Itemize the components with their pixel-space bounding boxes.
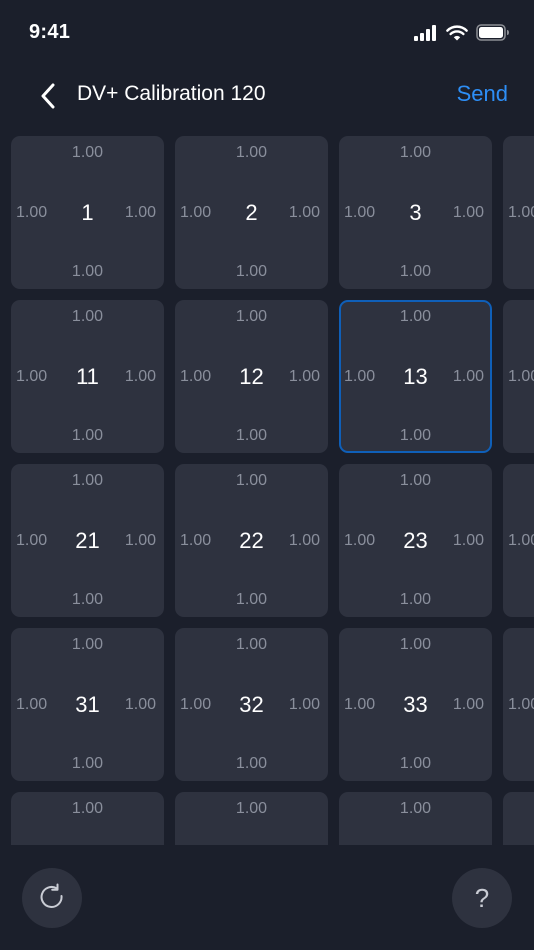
cell-value-bottom: 1.00: [235, 427, 268, 444]
cell-number: 12: [239, 364, 264, 389]
calibration-cell-1[interactable]: 1.00 1.00 1.00 1.00 1: [11, 136, 164, 289]
cell-value-bottom: 1.00: [71, 263, 104, 280]
calibration-cell-23[interactable]: 1.00 1.00 1.00 1.00 23: [339, 464, 492, 617]
calibration-grid[interactable]: 1.00 1.00 1.00 1.00 1 1.00 1.00 1.00 1.00 2 1.00 1.…: [0, 136, 534, 845]
cell-value-top: 1.00: [71, 636, 104, 653]
help-label: ?: [474, 882, 490, 913]
help-button[interactable]: ?: [452, 868, 512, 928]
calibration-cell-22[interactable]: 1.00 1.00 1.00 1.00 22: [175, 464, 328, 617]
cell-number: 1: [81, 200, 94, 225]
cell-value-top: 1.00: [71, 144, 104, 161]
navigation-bar: DV+ Calibration 120 Send: [0, 66, 534, 126]
cell-number: 31: [75, 692, 100, 717]
cell-value-top: 1.00: [235, 144, 268, 161]
calibration-cell-13[interactable]: 1.00 1.00 1.00 1.00 13: [339, 300, 492, 453]
cell-value-top: 1.00: [399, 636, 432, 653]
calibration-cell-31[interactable]: 1.00 1.00 1.00 1.00 31: [11, 628, 164, 781]
cell-value-bottom: 1.00: [235, 263, 268, 280]
back-button[interactable]: [30, 78, 66, 114]
calibration-cell-11[interactable]: 1.00 1.00 1.00 1.00 11: [11, 300, 164, 453]
cell-value-bottom: 1.00: [399, 427, 432, 444]
wifi-icon: [446, 25, 468, 40]
calibration-cell-12[interactable]: 1.00 1.00 1.00 1.00 12: [175, 300, 328, 453]
calibration-cell[interactable]: 1.00: [503, 628, 534, 781]
bottom-toolbar: ?: [0, 845, 534, 950]
calibration-cell[interactable]: 1.00: [11, 792, 164, 845]
calibration-cell-33[interactable]: 1.00 1.00 1.00 1.00 33: [339, 628, 492, 781]
calibration-cell[interactable]: 1.00: [175, 792, 328, 845]
cell-value-top: 1.00: [399, 144, 432, 161]
cell-value-top: 1.00: [399, 800, 432, 817]
calibration-cell[interactable]: 1.00: [339, 792, 492, 845]
signal-icon: [414, 24, 436, 41]
calibration-cell-32[interactable]: 1.00 1.00 1.00 1.00 32: [175, 628, 328, 781]
calibration-grid-cells: 1.00 1.00 1.00 1.00 1 1.00 1.00 1.00 1.00 2 1.00 1.…: [11, 136, 534, 845]
calibration-cell-3[interactable]: 1.00 1.00 1.00 1.00 3: [339, 136, 492, 289]
send-button[interactable]: Send: [457, 81, 508, 107]
status-icons: [414, 24, 510, 41]
cell-value-top: 1.00: [71, 308, 104, 325]
cell-value-bottom: 1.00: [71, 591, 104, 608]
cell-number: 22: [239, 528, 264, 553]
cell-value-bottom: 1.00: [235, 755, 268, 772]
calibration-cell-21[interactable]: 1.00 1.00 1.00 1.00 21: [11, 464, 164, 617]
cell-value-bottom: 1.00: [71, 755, 104, 772]
cell-number: 33: [403, 692, 428, 717]
cell-value-bottom: 1.00: [235, 591, 268, 608]
calibration-cell-2[interactable]: 1.00 1.00 1.00 1.00 2: [175, 136, 328, 289]
cell-value-top: 1.00: [235, 472, 268, 489]
status-bar: 9:41: [0, 0, 534, 66]
cell-number: 3: [409, 200, 422, 225]
chevron-left-icon: [41, 83, 55, 109]
status-time: 9:41: [29, 21, 71, 43]
cell-value-top: 1.00: [235, 636, 268, 653]
cell-number: 32: [239, 692, 264, 717]
cell-value-bottom: 1.00: [71, 427, 104, 444]
cell-number: 23: [403, 528, 428, 553]
page-title: DV+ Calibration 120: [77, 82, 266, 105]
refresh-icon: [40, 883, 63, 908]
cell-value-bottom: 1.00: [399, 755, 432, 772]
cell-number: 11: [76, 364, 99, 389]
calibration-cell[interactable]: 1.00: [503, 136, 534, 289]
cell-value-left: 1.00: [508, 532, 534, 549]
cell-value-left: 1.00: [508, 204, 534, 221]
calibration-cell[interactable]: 1.00: [503, 300, 534, 453]
battery-icon: [476, 24, 509, 41]
cell-value-left: 1.00: [508, 696, 534, 713]
cell-number: 2: [245, 200, 258, 225]
cell-value-top: 1.00: [399, 308, 432, 325]
cell-value-top: 1.00: [235, 800, 268, 817]
cell-value-left: 1.00: [508, 368, 534, 385]
cell-value-top: 1.00: [235, 308, 268, 325]
cell-number: 13: [403, 364, 428, 389]
cell-value-top: 1.00: [71, 800, 104, 817]
calibration-cell[interactable]: [503, 792, 534, 845]
cell-value-bottom: 1.00: [399, 591, 432, 608]
cell-value-top: 1.00: [71, 472, 104, 489]
cell-value-bottom: 1.00: [399, 263, 432, 280]
cell-value-top: 1.00: [399, 472, 432, 489]
cell-number: 21: [75, 528, 100, 553]
refresh-button[interactable]: [22, 868, 82, 928]
calibration-cell[interactable]: 1.00: [503, 464, 534, 617]
